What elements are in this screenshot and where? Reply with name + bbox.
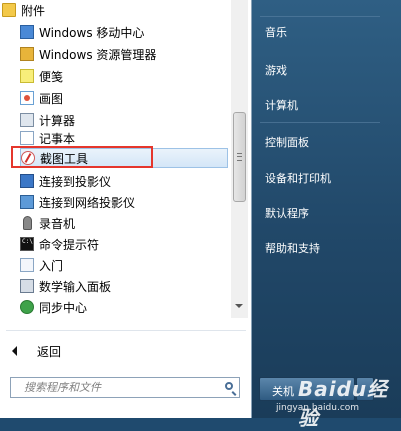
item-label: 数学输入面板	[39, 279, 112, 294]
item-label: Windows 移动中心	[39, 25, 145, 40]
highlight-annotation-box	[11, 146, 153, 168]
item-label: 连接到投影仪	[39, 174, 112, 189]
microphone-icon	[23, 216, 32, 230]
projector-icon	[20, 174, 34, 188]
item-label: 连接到网络投影仪	[39, 195, 136, 210]
programs-scrollbar[interactable]	[231, 0, 248, 318]
watermark: Baidu经验 jingyan.baidu.com	[262, 373, 401, 430]
sticky-notes-icon	[20, 69, 34, 83]
list-item-sticky-notes[interactable]: 便笺	[20, 66, 228, 86]
folder-label: 附件	[21, 3, 46, 18]
search-input[interactable]: 搜索程序和文件	[10, 377, 240, 398]
item-label: 同步中心	[39, 300, 88, 315]
item-label: 便笺	[39, 69, 64, 84]
watermark-main: Baidu经验	[298, 377, 389, 430]
folder-icon	[2, 3, 16, 17]
item-label: 入门	[39, 258, 64, 273]
sync-center-icon	[20, 300, 34, 314]
list-item-mobility-center[interactable]: Windows 移动中心	[20, 22, 228, 42]
divider	[6, 330, 246, 331]
math-input-icon	[20, 279, 34, 293]
command-prompt-icon	[20, 237, 34, 251]
back-button[interactable]: 返回	[6, 340, 206, 362]
list-item-sync-center[interactable]: 同步中心	[20, 297, 228, 317]
start-menu-right-panel: 音乐 游戏 计算机 控制面板 设备和打印机 默认程序 帮助和支持 关机	[252, 0, 401, 418]
list-item-getting-started[interactable]: 入门	[20, 255, 228, 275]
divider	[260, 16, 380, 17]
right-item-control-panel[interactable]: 控制面板	[265, 134, 309, 150]
paint-icon	[20, 91, 34, 105]
item-label: 计算器	[39, 113, 76, 128]
grip-icon	[237, 153, 242, 161]
list-item-command-prompt[interactable]: 命令提示符	[20, 234, 228, 254]
calculator-icon	[20, 113, 34, 127]
list-item-math-input[interactable]: 数学输入面板	[20, 276, 228, 296]
divider	[260, 122, 380, 123]
folder-accessories[interactable]: 附件	[0, 0, 230, 20]
list-item-network-projector[interactable]: 连接到网络投影仪	[20, 192, 228, 212]
watermark-sub: jingyan.baidu.com	[276, 403, 360, 413]
explorer-folder-icon	[20, 47, 34, 61]
item-label: 画图	[39, 91, 64, 106]
start-menu-left-panel: 附件 Windows 移动中心 Windows 资源管理器 便笺 画图 计算器 …	[0, 0, 252, 418]
network-projector-icon	[20, 195, 34, 209]
right-item-default-programs[interactable]: 默认程序	[265, 205, 309, 221]
list-item-projector[interactable]: 连接到投影仪	[20, 171, 228, 191]
search-icon[interactable]	[225, 382, 233, 390]
scroll-thumb[interactable]	[233, 112, 246, 202]
right-item-games[interactable]: 游戏	[265, 62, 287, 78]
mobility-center-icon	[20, 25, 34, 39]
list-item-sound-recorder[interactable]: 录音机	[20, 213, 228, 233]
right-item-computer[interactable]: 计算机	[265, 97, 298, 113]
item-label: Windows 资源管理器	[39, 47, 157, 62]
item-label: 录音机	[39, 216, 76, 231]
notepad-icon	[20, 131, 34, 145]
right-item-devices-printers[interactable]: 设备和打印机	[265, 170, 331, 186]
list-item-explorer[interactable]: Windows 资源管理器	[20, 44, 228, 64]
back-label: 返回	[37, 344, 62, 359]
list-item-calculator[interactable]: 计算器	[20, 110, 228, 130]
list-item-notepad[interactable]: 记事本	[20, 128, 228, 148]
right-item-help-support[interactable]: 帮助和支持	[265, 240, 320, 256]
item-label: 记事本	[39, 131, 76, 146]
back-arrow-icon	[12, 346, 17, 356]
search-placeholder: 搜索程序和文件	[24, 381, 101, 394]
scroll-down-arrow-icon[interactable]	[235, 304, 243, 308]
programs-list: 附件 Windows 移动中心 Windows 资源管理器 便笺 画图 计算器 …	[0, 0, 230, 318]
right-item-music[interactable]: 音乐	[265, 24, 287, 40]
getting-started-icon	[20, 258, 34, 272]
item-label: 命令提示符	[39, 237, 100, 252]
list-item-paint[interactable]: 画图	[20, 88, 228, 108]
